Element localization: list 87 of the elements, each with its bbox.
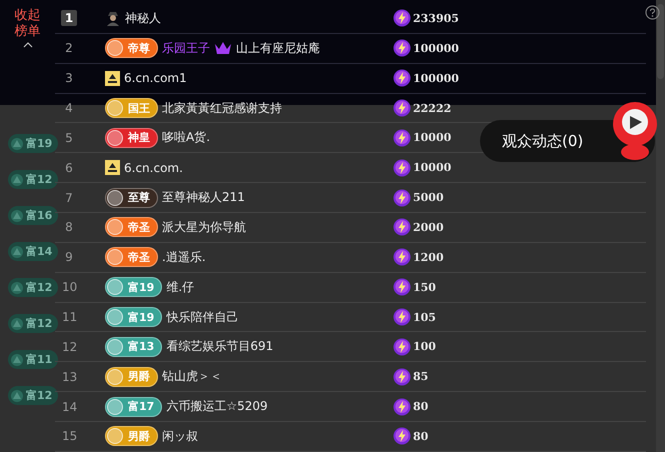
lightning-coin-icon xyxy=(393,9,411,28)
wealth-badge: 富19 xyxy=(105,307,162,328)
help-icon[interactable] xyxy=(645,5,660,20)
user-name: 六币搬运工☆5209 xyxy=(166,398,268,416)
score-value: 105 xyxy=(413,310,436,324)
rank-number: 7 xyxy=(64,190,74,206)
rank-title-badge: 帝尊 xyxy=(105,38,158,58)
mascot-drawing[interactable] xyxy=(610,99,660,161)
rank-number: 2 xyxy=(64,40,74,56)
rank-title-badge: 帝圣 xyxy=(105,247,158,268)
rank-title-badge: 国王 xyxy=(105,98,158,118)
lightning-coin-icon xyxy=(393,368,411,386)
user-name: 山上有座尼姑庵 xyxy=(236,40,320,57)
rank-number: 15 xyxy=(61,428,78,444)
score-value: 233905 xyxy=(413,12,459,25)
user-name: 维.仔 xyxy=(166,278,194,296)
rank-title-badge: 帝圣 xyxy=(105,217,158,238)
user-name: 快乐陪伴自己 xyxy=(166,308,238,326)
rank-number: 1 xyxy=(61,10,77,26)
wealth-badge: 富12 xyxy=(8,170,58,189)
score-value: 80 xyxy=(413,430,428,443)
lightning-coin-icon xyxy=(393,338,411,356)
score-value: 150 xyxy=(413,280,436,294)
rank-number: 8 xyxy=(64,219,74,236)
caret-up-icon xyxy=(22,42,32,48)
user-name: 乐园王子 xyxy=(162,40,210,57)
lightning-coin-icon xyxy=(393,308,411,326)
lightning-coin-icon xyxy=(393,218,411,236)
rank-number: 10 xyxy=(61,279,78,296)
score-value: 100000 xyxy=(413,72,459,85)
score-value: 80 xyxy=(413,400,428,414)
rank-title-badge: 神皇 xyxy=(105,128,158,148)
rank-number: 14 xyxy=(61,398,78,415)
score-value: 1200 xyxy=(413,250,444,264)
score-value: 100 xyxy=(413,340,436,354)
rank-number: 9 xyxy=(64,249,74,266)
user-name: 看综艺娱乐节目691 xyxy=(166,338,274,356)
rank-title-badge: 男爵 xyxy=(105,366,158,387)
lightning-coin-icon xyxy=(393,99,411,117)
wealth-badge: 富19 xyxy=(105,277,162,298)
lightning-coin-icon xyxy=(393,278,411,296)
rank-number: 6 xyxy=(64,160,74,176)
rank-number: 11 xyxy=(61,309,78,326)
wealth-badge: 富13 xyxy=(105,336,162,357)
user-name: 北家黃黃红冠感谢支持 xyxy=(162,100,282,116)
user-name: 钻山虎＞＜ xyxy=(162,368,222,386)
user-name: 神秘人 xyxy=(125,10,161,27)
scrollbar[interactable] xyxy=(656,0,665,452)
wealth-badge: 富19 xyxy=(8,134,58,153)
lightning-coin-icon xyxy=(393,248,411,266)
wealth-badge: 富12 xyxy=(8,314,58,333)
lightning-coin-icon xyxy=(393,158,411,177)
score-value: 2000 xyxy=(413,220,444,234)
collapse-leaderboard-button[interactable]: 收起榜单 xyxy=(10,8,46,48)
lightning-coin-icon xyxy=(393,398,411,416)
user-name: 6.cn.com1 xyxy=(124,71,187,86)
wealth-badge: 富11 xyxy=(8,350,58,369)
wealth-badge: 富14 xyxy=(8,242,58,261)
rank-number: 4 xyxy=(64,100,74,116)
score-value: 100000 xyxy=(413,42,459,55)
lightning-coin-icon xyxy=(393,427,411,446)
rank-number: 3 xyxy=(64,70,74,86)
user-name: 派大星为你导航 xyxy=(162,218,246,236)
wealth-badge: 富16 xyxy=(8,206,58,225)
rank-title-badge: 男爵 xyxy=(105,426,158,446)
user-name: 哆啦A货. xyxy=(162,129,210,146)
score-value: 10000 xyxy=(413,161,452,174)
user-name: 6.cn.com. xyxy=(124,160,183,175)
score-value: 85 xyxy=(413,370,428,384)
user-name: 闲ッ叔 xyxy=(162,428,198,445)
rank-title-badge: 至尊 xyxy=(105,188,158,208)
wealth-badge: 富12 xyxy=(8,386,58,405)
rank-number: 5 xyxy=(64,130,74,146)
lightning-coin-icon xyxy=(393,188,411,207)
score-value: 5000 xyxy=(413,191,444,204)
lightning-coin-icon xyxy=(393,69,411,88)
wealth-badge: 富12 xyxy=(8,278,58,297)
lightning-coin-icon xyxy=(393,128,411,147)
wealth-badge: 富17 xyxy=(105,396,162,417)
user-name: .逍遥乐. xyxy=(162,248,206,266)
user-name: 至尊神秘人211 xyxy=(162,189,245,206)
score-value: 10000 xyxy=(413,131,452,144)
rank-number: 13 xyxy=(61,368,78,385)
rank-number: 12 xyxy=(61,338,78,355)
mystery-person-icon xyxy=(105,10,121,26)
score-value: 22222 xyxy=(413,102,452,114)
lightning-coin-icon xyxy=(393,39,411,58)
